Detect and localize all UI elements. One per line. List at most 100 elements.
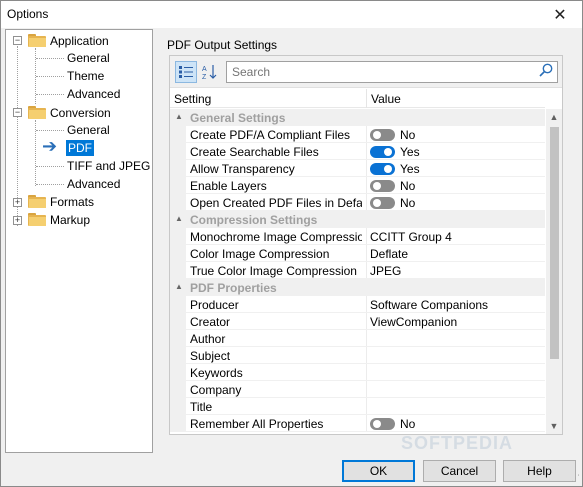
row-gutter (170, 381, 186, 398)
column-header-setting: Setting (174, 92, 212, 106)
property-row[interactable]: Create Searchable Files Yes (170, 143, 545, 160)
svg-text:A: A (202, 66, 207, 73)
property-value[interactable]: JPEG (370, 264, 401, 278)
close-icon[interactable]: ✕ (538, 1, 582, 28)
property-value[interactable]: Yes (370, 162, 420, 176)
help-button[interactable]: Help (503, 460, 576, 482)
cancel-button[interactable]: Cancel (423, 460, 496, 482)
cell-divider (366, 262, 367, 279)
property-row[interactable]: Keywords (170, 364, 545, 381)
tree-item-label: PDF (66, 139, 94, 156)
expand-markup-icon[interactable]: + (13, 216, 22, 225)
tree-item-pdf[interactable]: PDF (66, 139, 94, 156)
tree-line (36, 58, 64, 59)
toggle-switch[interactable] (370, 196, 395, 209)
title-bar: Options ✕ (1, 1, 582, 28)
grid-toolbar: AZ (170, 56, 562, 88)
tree-item-application-advanced[interactable]: Advanced (67, 85, 120, 102)
tree-item-formats[interactable]: Formats (28, 193, 94, 210)
tree-item-application-general[interactable]: General (67, 49, 110, 66)
tree-item-theme[interactable]: Theme (67, 67, 104, 84)
property-row[interactable]: Create PDF/A Compliant Files No (170, 126, 545, 143)
collapse-category-icon[interactable]: ▲ (175, 282, 183, 291)
category-row[interactable]: ▲ Compression Settings (170, 211, 545, 228)
toggle-switch[interactable] (370, 417, 395, 430)
property-value[interactable]: No (370, 196, 415, 210)
toggle-switch[interactable] (370, 145, 395, 158)
property-value[interactable]: No (370, 128, 415, 142)
tree-item-conversion-general[interactable]: General (67, 121, 110, 138)
property-value[interactable]: No (370, 179, 415, 193)
row-divider (186, 431, 545, 432)
folder-icon (28, 195, 46, 208)
vertical-scrollbar[interactable]: ▲ ▼ (546, 109, 562, 434)
tree-line (36, 76, 64, 77)
property-value-text: No (400, 417, 416, 431)
property-row[interactable]: Title (170, 398, 545, 415)
tree-item-conversion[interactable]: Conversion (28, 104, 111, 121)
expand-formats-icon[interactable]: + (13, 198, 22, 207)
property-row[interactable]: Monochrome Image Compression CCITT Group … (170, 228, 545, 245)
category-label: Compression Settings (190, 213, 318, 227)
property-row[interactable]: Open Created PDF Files in Default... No (170, 194, 545, 211)
property-row[interactable]: Color Image Compression Deflate (170, 245, 545, 262)
category-label: PDF Properties (190, 281, 277, 295)
collapse-category-icon[interactable]: ▲ (175, 214, 183, 223)
folder-icon (28, 34, 46, 47)
tree-item-tiff-jpeg[interactable]: TIFF and JPEG (67, 157, 150, 174)
collapse-conversion-icon[interactable]: − (13, 108, 22, 117)
property-row[interactable]: Remember All Properties No (170, 415, 545, 432)
property-value-text: No (400, 179, 416, 193)
toggle-switch[interactable] (370, 162, 395, 175)
categorized-view-icon[interactable] (175, 61, 197, 83)
row-gutter (170, 364, 186, 381)
property-value[interactable]: Software Companions (370, 298, 488, 312)
toggle-knob (373, 419, 381, 428)
ok-button[interactable]: OK (342, 460, 415, 482)
toggle-knob (384, 147, 392, 156)
toggle-switch[interactable] (370, 179, 395, 192)
tree-item-label: Markup (50, 212, 91, 227)
tree-item-markup[interactable]: Markup (28, 211, 90, 228)
tree-item-application[interactable]: Application (28, 32, 109, 49)
property-row[interactable]: Producer Software Companions (170, 296, 545, 313)
property-value[interactable]: CCITT Group 4 (370, 230, 452, 244)
toggle-knob (373, 130, 381, 139)
row-gutter (170, 126, 186, 143)
property-name: True Color Image Compression (190, 264, 357, 278)
property-value[interactable]: Yes (370, 145, 420, 159)
category-row[interactable]: ▲ General Settings (170, 109, 545, 126)
search-icon[interactable] (539, 63, 553, 80)
search-input[interactable] (227, 62, 527, 82)
resize-grip-icon[interactable]: ⋰ (571, 473, 580, 484)
property-row[interactable]: True Color Image Compression JPEG (170, 262, 545, 279)
tree-line (36, 184, 64, 185)
search-box[interactable] (226, 61, 558, 83)
property-value[interactable]: ViewCompanion (370, 315, 457, 329)
category-row[interactable]: ▲ PDF Properties (170, 279, 545, 296)
property-name: Creator (190, 315, 231, 329)
tree-item-label: Advanced (67, 176, 121, 191)
sort-alphabetical-icon[interactable]: AZ (199, 61, 221, 83)
tree-item-conversion-advanced[interactable]: Advanced (67, 175, 120, 192)
property-row[interactable]: Enable Layers No (170, 177, 545, 194)
property-row[interactable]: Subject (170, 347, 545, 364)
scroll-down-icon[interactable]: ▼ (546, 418, 562, 434)
property-row[interactable]: Author (170, 330, 545, 347)
scroll-thumb[interactable] (550, 127, 559, 359)
collapse-application-icon[interactable]: − (13, 36, 22, 45)
collapse-category-icon[interactable]: ▲ (175, 112, 183, 121)
property-name: Open Created PDF Files in Default... (190, 196, 362, 210)
property-value[interactable]: Deflate (370, 247, 408, 261)
property-row[interactable]: Allow Transparency Yes (170, 160, 545, 177)
column-header-value: Value (371, 92, 401, 106)
property-grid: AZ Setting Value ▲General SettingsCreate… (169, 55, 563, 435)
cell-divider (366, 160, 367, 177)
property-row[interactable]: Company (170, 381, 545, 398)
property-row[interactable]: Creator ViewCompanion (170, 313, 545, 330)
cell-divider (366, 313, 367, 330)
property-value[interactable]: No (370, 417, 415, 431)
toggle-switch[interactable] (370, 128, 395, 141)
cell-divider (366, 228, 367, 245)
scroll-up-icon[interactable]: ▲ (546, 109, 562, 125)
